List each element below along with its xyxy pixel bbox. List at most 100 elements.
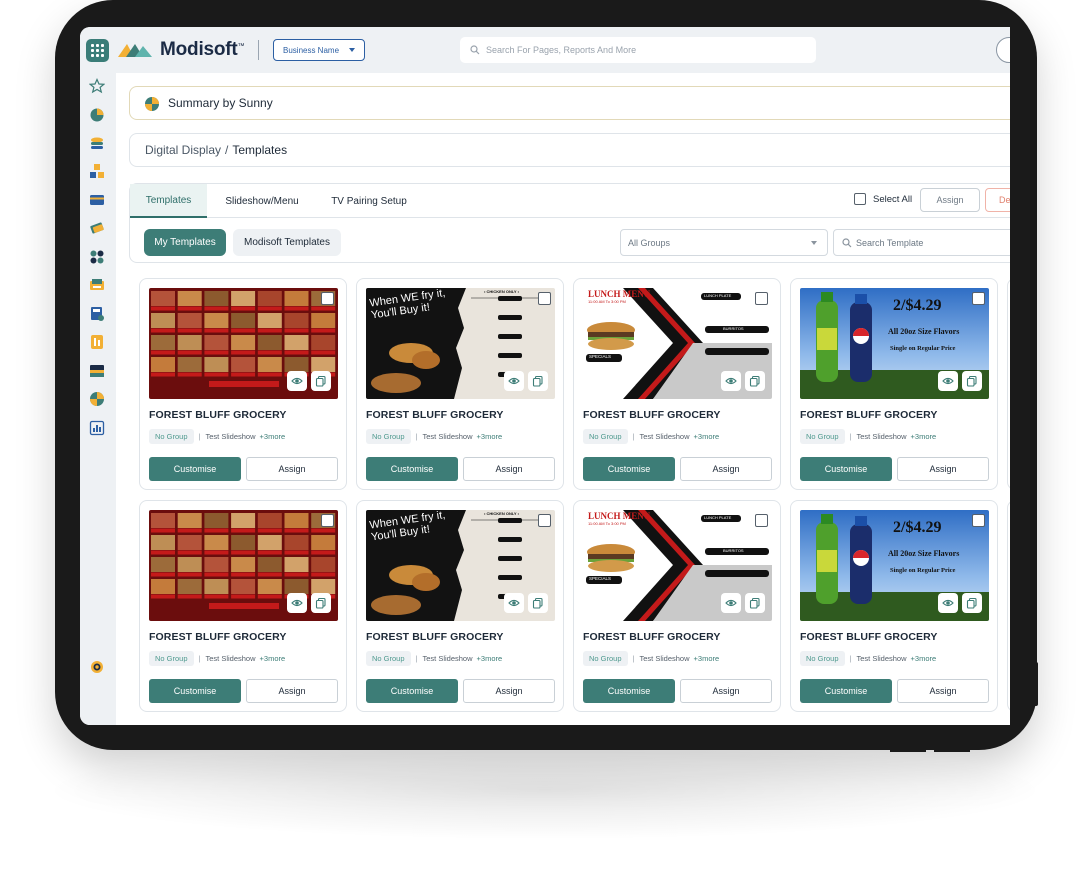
customise-button[interactable]: Customise	[583, 457, 675, 481]
customise-button[interactable]: Customise	[366, 679, 458, 703]
tab-slideshow-menu[interactable]: Slideshow/Menu	[212, 184, 312, 218]
template-select-checkbox[interactable]	[972, 514, 985, 527]
star-icon[interactable]	[89, 78, 105, 94]
template-card[interactable]: LUNCH MENU 11:00 AM To 3:00 PM LUNCH PLA…	[573, 500, 781, 712]
more-tags-link[interactable]: +3more	[260, 654, 286, 663]
report-icon[interactable]	[89, 420, 105, 436]
template-thumbnail[interactable]	[149, 510, 338, 621]
duplicate-button[interactable]	[962, 593, 982, 613]
preview-button[interactable]	[938, 593, 958, 613]
template-thumbnail[interactable]	[149, 288, 338, 399]
customise-button[interactable]: Customise	[366, 457, 458, 481]
template-select-checkbox[interactable]	[972, 292, 985, 305]
template-card[interactable]: F	[1007, 500, 1010, 712]
template-thumbnail[interactable]: When WE fry it, You'll Buy it! • CHICKEN…	[366, 510, 555, 621]
preview-button[interactable]	[721, 371, 741, 391]
assign-template-button[interactable]: Assign	[897, 457, 989, 481]
customise-button[interactable]: Customise	[149, 457, 241, 481]
layers-icon[interactable]	[89, 135, 105, 151]
preview-button[interactable]	[504, 371, 524, 391]
customise-button[interactable]: Customise	[800, 457, 892, 481]
register-icon[interactable]	[89, 277, 105, 293]
template-select-checkbox[interactable]	[538, 292, 551, 305]
customise-button[interactable]: Customise	[149, 679, 241, 703]
template-select-checkbox[interactable]	[321, 514, 334, 527]
assign-template-button[interactable]: Assign	[246, 679, 338, 703]
summary-banner[interactable]: Summary by Sunny	[129, 86, 1010, 120]
assign-template-button[interactable]: Assign	[897, 679, 989, 703]
template-thumbnail[interactable]: LUNCH MENU 11:00 AM To 3:00 PM LUNCH PLA…	[583, 288, 772, 399]
pie-chart-icon[interactable]	[89, 107, 105, 123]
template-card[interactable]: When WE fry it, You'll Buy it! • CHICKEN…	[356, 278, 564, 490]
groups-select[interactable]: All Groups	[620, 229, 828, 256]
more-tags-link[interactable]: +3more	[694, 654, 720, 663]
template-card[interactable]: FOREST BLUFF GROCERY No Group | Test Sli…	[139, 278, 347, 490]
more-tags-link[interactable]: +3more	[260, 432, 286, 441]
display-icon[interactable]	[89, 363, 105, 379]
breadcrumb-parent[interactable]: Digital Display	[145, 143, 221, 157]
more-tags-link[interactable]: +3more	[911, 654, 937, 663]
global-search-input[interactable]: Search For Pages, Reports And More	[460, 37, 816, 63]
thumb-subtitle: Single on Regular Price	[890, 567, 956, 574]
my-templates-button[interactable]: My Templates	[144, 229, 226, 256]
duplicate-button[interactable]	[745, 371, 765, 391]
duplicate-button[interactable]	[528, 593, 548, 613]
assign-button[interactable]: Assign	[920, 188, 980, 212]
select-all[interactable]: Select All	[854, 193, 912, 205]
assign-template-button[interactable]: Assign	[246, 457, 338, 481]
modisoft-templates-button[interactable]: Modisoft Templates	[233, 229, 341, 256]
card-icon[interactable]	[89, 192, 105, 208]
template-select-checkbox[interactable]	[755, 514, 768, 527]
modisoft-logo[interactable]: Modisoft ™	[118, 39, 245, 61]
duplicate-button[interactable]	[311, 371, 331, 391]
template-thumbnail[interactable]: LUNCH MENU 11:00 AM To 3:00 PM LUNCH PLA…	[583, 510, 772, 621]
preview-button[interactable]	[721, 593, 741, 613]
more-tags-link[interactable]: +3more	[477, 432, 503, 441]
user-avatar[interactable]	[996, 37, 1010, 63]
template-select-checkbox[interactable]	[538, 514, 551, 527]
preview-button[interactable]	[287, 593, 307, 613]
tab-tv-pairing-setup[interactable]: TV Pairing Setup	[320, 184, 418, 218]
template-select-checkbox[interactable]	[755, 292, 768, 305]
preview-button[interactable]	[938, 371, 958, 391]
delete-button[interactable]: De	[985, 188, 1010, 212]
inventory-icon[interactable]	[89, 163, 105, 179]
customise-button[interactable]: Customise	[583, 679, 675, 703]
template-thumbnail[interactable]: 2/$4.29 All 20oz Size Flavors Single on …	[800, 510, 989, 621]
template-card[interactable]: LUNCH MENU 11:00 AM To 3:00 PM LUNCH PLA…	[573, 278, 781, 490]
template-card[interactable]: When WE fry it, You'll Buy it! • CHICKEN…	[356, 500, 564, 712]
more-tags-link[interactable]: +3more	[477, 654, 503, 663]
template-card[interactable]: F	[1007, 278, 1010, 490]
template-card[interactable]: 2/$4.29 All 20oz Size Flavors Single on …	[790, 500, 998, 712]
business-select[interactable]: Business Name	[273, 39, 365, 61]
template-card[interactable]: FOREST BLUFF GROCERY No Group | Test Sli…	[139, 500, 347, 712]
assign-template-button[interactable]: Assign	[680, 679, 772, 703]
pos-icon[interactable]	[89, 306, 105, 322]
template-card[interactable]: 2/$4.29 All 20oz Size Flavors Single on …	[790, 278, 998, 490]
preview-button[interactable]	[504, 593, 524, 613]
assign-template-button[interactable]: Assign	[463, 679, 555, 703]
fuel-icon[interactable]	[89, 334, 105, 350]
thumb-label: SPECIALS	[589, 576, 612, 581]
assign-template-button[interactable]: Assign	[463, 457, 555, 481]
customise-button[interactable]: Customise	[800, 679, 892, 703]
template-search-input[interactable]: Search Template	[833, 229, 1010, 256]
tab-templates[interactable]: Templates	[130, 184, 207, 218]
apps-icon[interactable]	[89, 249, 105, 265]
duplicate-button[interactable]	[962, 371, 982, 391]
template-thumbnail[interactable]: 2/$4.29 All 20oz Size Flavors Single on …	[800, 288, 989, 399]
app-launcher-button[interactable]	[86, 39, 109, 62]
globe-icon[interactable]	[89, 391, 105, 407]
settings-icon[interactable]	[89, 659, 105, 675]
template-thumbnail[interactable]: When WE fry it, You'll Buy it! • CHICKEN…	[366, 288, 555, 399]
duplicate-button[interactable]	[745, 593, 765, 613]
preview-button[interactable]	[287, 371, 307, 391]
select-all-checkbox[interactable]	[854, 193, 866, 205]
assign-template-button[interactable]: Assign	[680, 457, 772, 481]
duplicate-button[interactable]	[311, 593, 331, 613]
template-select-checkbox[interactable]	[321, 292, 334, 305]
more-tags-link[interactable]: +3more	[911, 432, 937, 441]
ticket-icon[interactable]	[89, 220, 105, 236]
more-tags-link[interactable]: +3more	[694, 432, 720, 441]
duplicate-button[interactable]	[528, 371, 548, 391]
